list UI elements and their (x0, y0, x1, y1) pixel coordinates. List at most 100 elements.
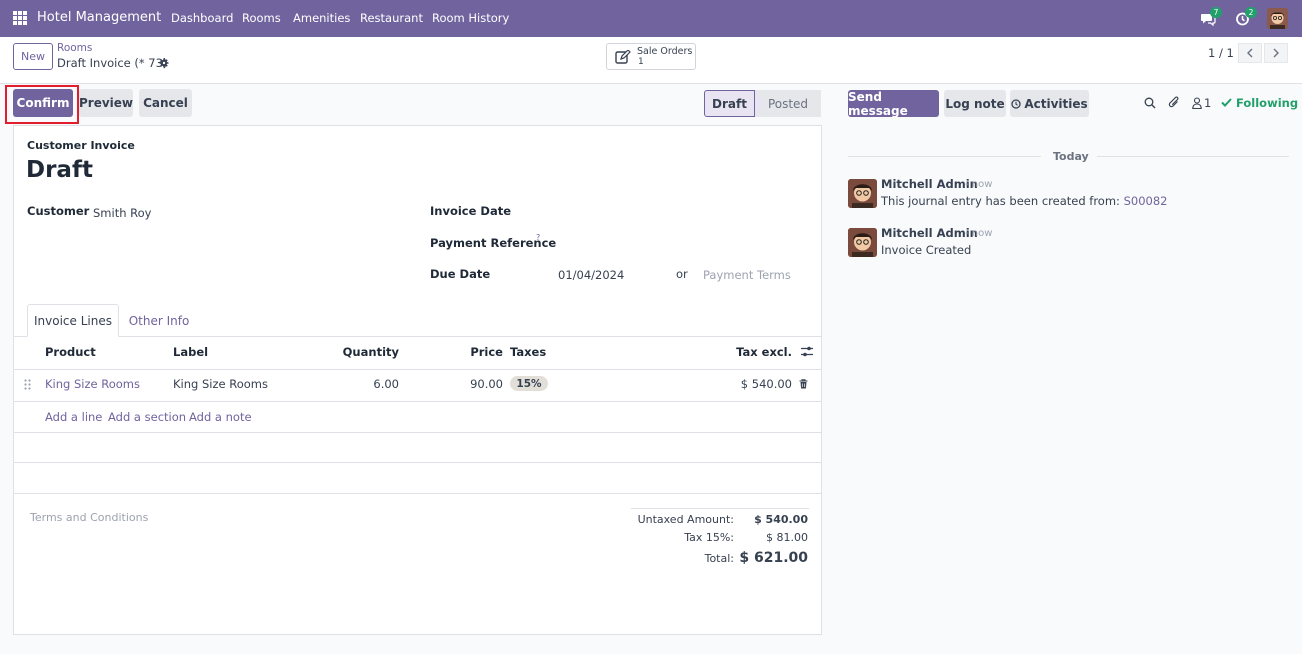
preview-button[interactable]: Preview (79, 89, 133, 117)
avatar[interactable] (848, 179, 877, 208)
cancel-button[interactable]: Cancel (139, 89, 192, 117)
terms-and-conditions-field[interactable]: Terms and Conditions (30, 511, 148, 524)
apps-menu-icon[interactable] (13, 11, 27, 25)
status-draft[interactable]: Draft (704, 90, 755, 117)
column-quantity[interactable]: Quantity (298, 345, 399, 359)
nav-amenities[interactable]: Amenities (293, 11, 350, 25)
row-divider (14, 432, 821, 433)
pager-previous-button[interactable] (1238, 43, 1262, 63)
payment-reference-field[interactable] (558, 236, 808, 252)
column-tax-excl[interactable]: Tax excl. (692, 345, 792, 359)
help-tooltip-icon[interactable]: ? (536, 233, 540, 242)
optional-columns-icon[interactable] (801, 346, 813, 357)
message-time: - now (965, 179, 993, 190)
app-brand[interactable]: Hotel Management (37, 10, 161, 25)
activities-badge: 2 (1245, 7, 1257, 18)
smart-button-count: 1 (638, 57, 644, 67)
send-message-button[interactable]: Send message (848, 90, 939, 118)
column-price[interactable]: Price (414, 345, 503, 359)
column-product[interactable]: Product (45, 345, 96, 359)
invoice-date-field[interactable] (558, 204, 808, 220)
status-posted-label: Posted (767, 96, 809, 111)
followers-count[interactable]: 1 (1204, 96, 1211, 110)
line-tax-badge[interactable]: 15% (510, 376, 548, 391)
column-label[interactable]: Label (173, 345, 208, 359)
status-posted[interactable]: Posted (755, 90, 821, 117)
payment-terms-field[interactable]: Payment Terms (703, 268, 791, 282)
messages-badge: 7 (1210, 7, 1222, 18)
drag-handle-icon[interactable] (24, 379, 31, 390)
check-icon (1221, 98, 1232, 107)
pager-next-button[interactable] (1264, 43, 1288, 63)
column-taxes[interactable]: Taxes (510, 345, 546, 359)
row-divider (14, 462, 821, 463)
due-date-or: or (676, 267, 688, 281)
add-line-link[interactable]: Add a line (45, 410, 102, 424)
messages-systray[interactable]: 7 (1199, 7, 1222, 28)
document-type: Customer Invoice (27, 139, 135, 152)
trash-icon[interactable] (799, 379, 808, 389)
log-note-button[interactable]: Log note (944, 90, 1006, 117)
nav-dashboard[interactable]: Dashboard (171, 11, 233, 25)
confirm-highlight-box (5, 85, 79, 124)
tax-label: Tax 15%: (684, 531, 734, 544)
due-date-field[interactable]: 01/04/2024 (558, 268, 624, 282)
row-divider (14, 401, 821, 402)
message-time: - now (965, 228, 993, 239)
user-icon[interactable] (1192, 97, 1202, 109)
invoice-date-label: Invoice Date (430, 204, 512, 218)
totals-divider (631, 508, 809, 509)
user-avatar[interactable] (1267, 8, 1288, 29)
message-body: Invoice Created (881, 243, 972, 257)
search-icon[interactable] (1144, 97, 1156, 109)
control-panel: New Rooms Draft Invoice (* 73) Sale Orde… (0, 37, 1302, 84)
customer-field[interactable]: Smith Roy (93, 206, 151, 220)
gear-icon[interactable] (159, 58, 169, 68)
chevron-right-icon (1273, 48, 1279, 58)
table-bottom-divider (14, 493, 821, 494)
avatar[interactable] (848, 228, 877, 257)
activities-systray[interactable]: 2 (1234, 7, 1257, 28)
message-body: This journal entry has been created from… (881, 194, 1167, 208)
line-price[interactable]: 90.00 (414, 377, 503, 391)
tax-value: $ 81.00 (766, 531, 808, 544)
due-date-label: Due Date (430, 267, 491, 281)
untaxed-amount-label: Untaxed Amount: (637, 513, 734, 526)
notebook-tabs: Invoice Lines Other Info (14, 304, 821, 337)
nav-restaurant[interactable]: Restaurant (360, 11, 423, 25)
add-note-link[interactable]: Add a note (189, 410, 252, 424)
message-author[interactable]: Mitchell Admin (881, 177, 978, 191)
pager-value[interactable]: 1 / 1 (1208, 46, 1234, 60)
tab-other-info[interactable]: Other Info (119, 304, 199, 337)
message-author[interactable]: Mitchell Admin (881, 226, 978, 240)
chevron-left-icon (1247, 48, 1253, 58)
total-label: Total: (704, 552, 734, 565)
tab-invoice-lines[interactable]: Invoice Lines (27, 304, 119, 337)
line-label[interactable]: King Size Rooms (173, 377, 268, 391)
new-button[interactable]: New (13, 43, 53, 70)
breadcrumb-current: Draft Invoice (* 73) (57, 56, 168, 70)
line-quantity[interactable]: 6.00 (298, 377, 399, 391)
status-bar: Draft Posted (704, 90, 821, 117)
activities-label: Activities (1024, 96, 1088, 111)
date-separator: Today (1053, 150, 1089, 163)
smart-button-label: Sale Orders (637, 46, 693, 57)
activities-button[interactable]: Activities (1010, 90, 1089, 117)
header-divider (14, 369, 821, 370)
message-text: This journal entry has been created from… (881, 194, 1120, 208)
nav-room-history[interactable]: Room History (432, 11, 509, 25)
record-title: Draft (26, 157, 93, 183)
following-button[interactable]: Following (1236, 96, 1298, 110)
line-product[interactable]: King Size Rooms (45, 377, 140, 391)
untaxed-amount-value: $ 540.00 (754, 513, 808, 526)
clock-icon (1011, 98, 1021, 109)
breadcrumb-parent[interactable]: Rooms (57, 42, 92, 54)
add-section-link[interactable]: Add a section (108, 410, 186, 424)
sale-order-link[interactable]: S00082 (1124, 194, 1168, 208)
invoice-form-sheet: Customer Invoice Draft Customer Smith Ro… (13, 125, 822, 635)
paperclip-icon[interactable] (1168, 96, 1181, 110)
nav-rooms[interactable]: Rooms (242, 11, 281, 25)
sale-orders-smart-button[interactable]: Sale Orders 1 (606, 43, 696, 70)
top-navbar: Hotel Management Dashboard Rooms Ameniti… (0, 0, 1302, 37)
edit-icon (615, 50, 631, 64)
